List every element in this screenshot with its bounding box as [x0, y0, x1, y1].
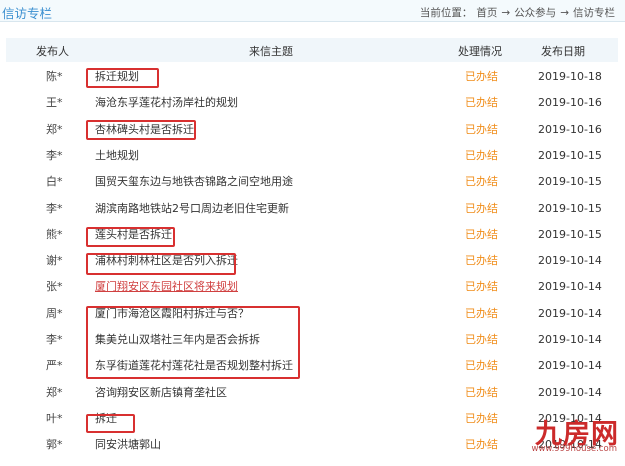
row-date: 2019-10-14	[538, 333, 602, 346]
row-status: 已办结	[465, 148, 498, 162]
row-status: 已办结	[465, 96, 498, 110]
breadcrumb-arrow-icon: →	[501, 7, 511, 19]
table-row: 周* 厦门市海沧区霞阳村拆迁与否？ 已办结 2019-10-14	[6, 301, 618, 327]
row-author: 李*	[46, 201, 63, 215]
breadcrumb-home-link[interactable]: 首页	[476, 7, 497, 19]
row-status: 已办结	[465, 438, 498, 452]
row-author: 郑*	[46, 122, 63, 136]
table-row: 李* 湖滨南路地铁站2号口周边老旧住宅更新 已办结 2019-10-15	[6, 196, 618, 222]
row-author: 谢*	[46, 254, 63, 268]
row-subject-link[interactable]: 湖滨南路地铁站2号口周边老旧住宅更新	[95, 196, 425, 222]
row-subject-link[interactable]: 厦门市海沧区霞阳村拆迁与否？	[95, 301, 425, 327]
row-author: 周*	[46, 306, 63, 320]
row-author: 陈*	[46, 70, 63, 83]
row-status: 已办结	[465, 201, 498, 215]
watermark-logo: 九房网 www.999house.com	[511, 412, 619, 454]
table-row: 郑* 咨询翔安区新店镇育垄社区 已办结 2019-10-14	[6, 380, 618, 406]
row-date: 2019-10-18	[538, 70, 602, 83]
row-status: 已办结	[465, 175, 498, 189]
row-subject-link[interactable]: 同安洪塘郭山	[95, 432, 425, 458]
watermark-url: www.999house.com	[531, 444, 618, 454]
row-date: 2019-10-14	[538, 280, 602, 294]
row-status: 已办结	[465, 385, 498, 399]
table-row: 熊* 莲头村是否拆迁 已办结 2019-10-15	[6, 222, 618, 248]
row-author: 李*	[46, 148, 63, 162]
row-date: 2019-10-14	[538, 306, 602, 320]
row-date: 2019-10-14	[538, 359, 602, 373]
row-author: 白*	[46, 175, 63, 189]
row-author: 李*	[46, 333, 63, 346]
row-subject-link[interactable]: 拆迁	[95, 406, 425, 432]
row-author: 熊*	[46, 227, 63, 241]
row-date: 2019-10-16	[538, 122, 602, 136]
table-row: 张* 厦门翔安区东园社区将来规划 已办结 2019-10-14	[6, 274, 618, 300]
row-status: 已办结	[465, 333, 498, 346]
table-row: 李* 土地规划 已办结 2019-10-15	[6, 143, 618, 169]
table-row: 郑* 杏林碑头村是否拆迁 已办结 2019-10-16	[6, 117, 618, 143]
row-author: 叶*	[46, 411, 63, 425]
row-subject-link[interactable]: 杏林碑头村是否拆迁	[95, 117, 425, 143]
row-subject-link[interactable]: 拆迁规划	[95, 64, 425, 90]
row-status: 已办结	[465, 411, 498, 425]
row-subject-link[interactable]: 海沧东孚莲花村汤岸社的规划	[95, 90, 425, 116]
header-status: 处理情况	[458, 45, 502, 58]
table-row: 李* 集美兑山双塔社三年内是否会拆拆 已办结 2019-10-14	[6, 327, 618, 353]
row-subject-link[interactable]: 厦门翔安区东园社区将来规划	[95, 274, 425, 300]
row-subject-link[interactable]: 东孚街道莲花村莲花社是否规划整村拆迁	[95, 353, 425, 379]
row-status: 已办结	[465, 122, 498, 136]
header-author: 发布人	[36, 45, 69, 58]
row-subject-link[interactable]: 国贸天玺东边与地铁杏锦路之间空地用途	[95, 169, 425, 195]
row-status: 已办结	[465, 70, 498, 83]
row-status: 已办结	[465, 280, 498, 294]
table-row: 白* 国贸天玺东边与地铁杏锦路之间空地用途 已办结 2019-10-15	[6, 169, 618, 195]
row-date: 2019-10-15	[538, 227, 602, 241]
row-subject-link[interactable]: 莲头村是否拆迁	[95, 222, 425, 248]
row-author: 严*	[46, 359, 63, 373]
breadcrumb-arrow-icon: →	[560, 7, 569, 19]
table-row: 陈* 拆迁规划 已办结 2019-10-18	[6, 64, 618, 90]
breadcrumb: 当前位置： 首页 → 公众参与 → 信访专栏	[418, 5, 617, 20]
breadcrumb-current-page[interactable]: 信访专栏	[573, 7, 615, 19]
row-status: 已办结	[465, 359, 498, 373]
row-status: 已办结	[465, 254, 498, 268]
row-date: 2019-10-15	[538, 148, 602, 162]
breadcrumb-label: 当前位置：	[419, 7, 473, 19]
row-status: 已办结	[465, 227, 498, 241]
header-date: 发布日期	[541, 45, 585, 58]
table-row: 王* 海沧东孚莲花村汤岸社的规划 已办结 2019-10-16	[6, 90, 618, 116]
breadcrumb-public-participation-link[interactable]: 公众参与	[514, 7, 556, 19]
table-row: 严* 东孚街道莲花村莲花社是否规划整村拆迁 已办结 2019-10-14	[6, 353, 618, 379]
row-author: 王*	[46, 96, 63, 110]
row-author: 郑*	[46, 385, 63, 399]
row-date: 2019-10-15	[538, 175, 602, 189]
table-row: 谢* 浦林村刺林社区是否列入拆迁 已办结 2019-10-14	[6, 248, 618, 274]
section-title: 信访专栏	[2, 6, 53, 21]
row-author: 郭*	[46, 438, 63, 452]
header-subject: 来信主题	[249, 45, 293, 58]
row-subject-link[interactable]: 浦林村刺林社区是否列入拆迁	[95, 248, 425, 274]
row-status: 已办结	[465, 306, 498, 320]
row-date: 2019-10-16	[538, 96, 602, 110]
row-subject-link[interactable]: 咨询翔安区新店镇育垄社区	[95, 380, 425, 406]
row-subject-link[interactable]: 集美兑山双塔社三年内是否会拆拆	[95, 327, 425, 353]
row-date: 2019-10-14	[538, 385, 602, 399]
table-header: 发布人 来信主题 处理情况 发布日期	[6, 38, 618, 62]
row-date: 2019-10-15	[538, 201, 602, 215]
row-date: 2019-10-14	[538, 254, 602, 268]
row-subject-link[interactable]: 土地规划	[95, 143, 425, 169]
top-bar: 信访专栏 当前位置： 首页 → 公众参与 → 信访专栏	[0, 0, 625, 22]
row-author: 张*	[46, 280, 63, 294]
